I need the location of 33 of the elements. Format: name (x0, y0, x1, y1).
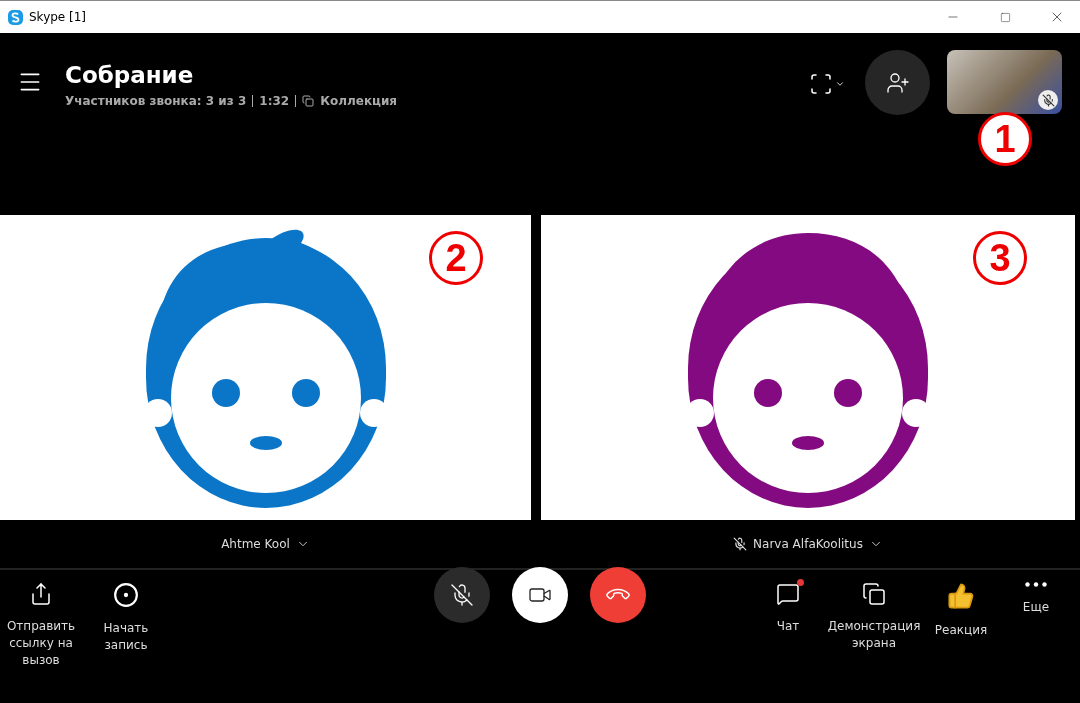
window-title: Skype [1] (29, 10, 88, 24)
maximize-icon (999, 11, 1011, 23)
fullscreen-icon (809, 72, 833, 96)
chat-icon (776, 582, 800, 606)
gallery-label[interactable]: Коллекция (320, 94, 398, 108)
hang-up-button[interactable] (590, 567, 646, 623)
app-logo-icon (8, 9, 23, 25)
screen-share-icon (862, 582, 886, 606)
thumbs-up-icon (947, 582, 975, 610)
add-person-icon (885, 70, 910, 95)
call-action-button[interactable]: Начать запись (82, 570, 170, 703)
muted-mic-icon (450, 583, 474, 607)
call-action-button[interactable]: Отправить ссылку на вызов (0, 570, 82, 703)
call-action-button[interactable]: Еще (992, 570, 1080, 703)
callout-number: 3 (973, 231, 1027, 285)
callout-number: 2 (429, 231, 483, 285)
call-action-button[interactable]: Реакция (930, 570, 992, 703)
call-duration: 1:32 (259, 94, 290, 108)
participant-count: Участников звонка: 3 из 3 (65, 94, 247, 108)
call-title: Собрание (65, 62, 195, 88)
call-action-button[interactable]: Чат (758, 570, 818, 703)
participant-name[interactable]: Narva AlfaKoolitus (733, 537, 883, 551)
microphone-button[interactable] (434, 567, 490, 623)
participant-name[interactable]: Ahtme Kool (221, 537, 310, 551)
more-icon (1025, 582, 1047, 587)
video-button[interactable] (512, 567, 568, 623)
call-action-button[interactable]: Демонстрация экрана (818, 570, 930, 703)
callout-number: 1 (978, 112, 1032, 166)
gallery-icon (302, 95, 315, 107)
chevron-down-icon (835, 79, 845, 89)
fullscreen-button[interactable] (809, 72, 845, 96)
record-icon (113, 582, 139, 608)
share-icon (29, 582, 53, 606)
